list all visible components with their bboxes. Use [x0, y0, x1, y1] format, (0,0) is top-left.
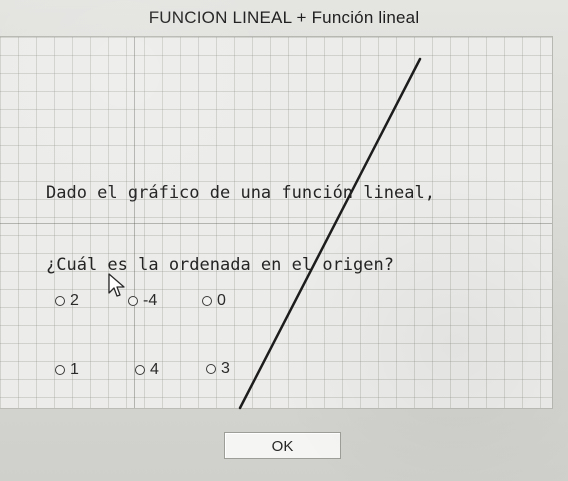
- answer-option-label: -4: [143, 292, 158, 309]
- window-title: FUNCION LINEAL + Función lineal: [148, 8, 420, 27]
- answer-option-label: 2: [70, 292, 79, 309]
- answer-option-label: 4: [150, 361, 159, 378]
- radio-button-icon[interactable]: [135, 365, 145, 375]
- radio-button-icon[interactable]: [206, 364, 216, 374]
- answer-option-label: 0: [217, 292, 226, 309]
- radio-button-icon[interactable]: [202, 296, 212, 306]
- answer-option-1[interactable]: 1: [55, 360, 79, 380]
- radio-button-icon[interactable]: [55, 296, 65, 306]
- question-line-1: Dado el gráfico de una función lineal,: [46, 183, 435, 203]
- ok-button[interactable]: OK: [224, 432, 341, 459]
- question-line-2: ¿Cuál es la ordenada en el origen?: [46, 255, 394, 275]
- answer-option-0[interactable]: 0: [202, 291, 226, 311]
- pointer-cursor-icon: [108, 273, 125, 297]
- graph-question-panel: Dado el gráfico de una función lineal, ¿…: [0, 36, 553, 410]
- answer-option-2[interactable]: 2: [55, 291, 79, 311]
- answer-option-3[interactable]: 3: [206, 359, 230, 379]
- radio-button-icon[interactable]: [128, 296, 138, 306]
- answer-option-minus-4[interactable]: -4: [128, 291, 157, 311]
- radio-button-icon[interactable]: [55, 365, 65, 375]
- answer-option-label: 3: [221, 360, 230, 377]
- question-text: Dado el gráfico de una función lineal, ¿…: [46, 133, 435, 325]
- function-window: FUNCION LINEAL + Función lineal Dado el …: [0, 0, 568, 481]
- answer-option-4[interactable]: 4: [135, 360, 159, 380]
- answer-option-label: 1: [70, 361, 79, 378]
